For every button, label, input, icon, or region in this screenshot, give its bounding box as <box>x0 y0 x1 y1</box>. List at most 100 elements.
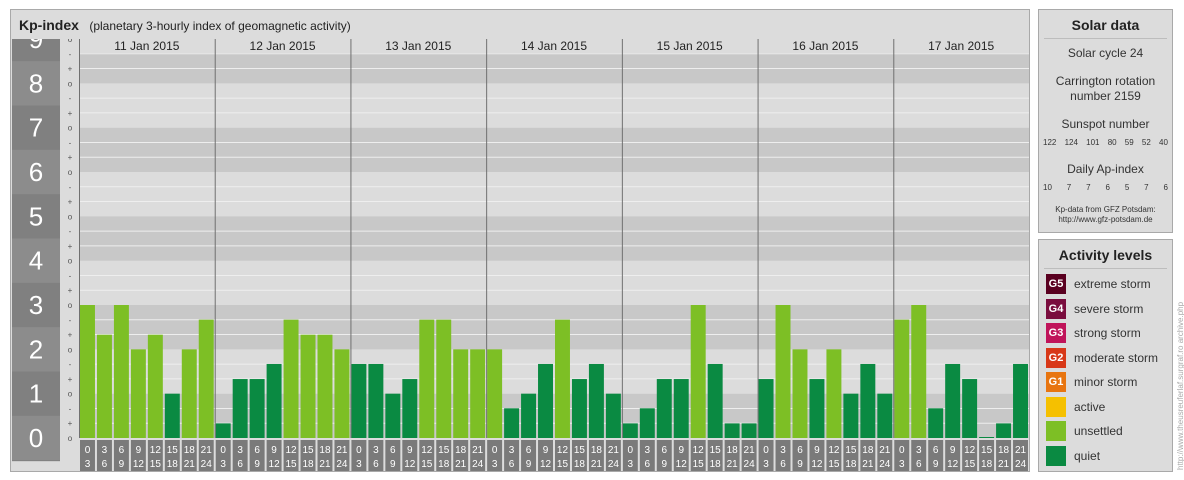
hour-start-label: 18 <box>319 445 331 456</box>
hour-start-label: 18 <box>591 445 603 456</box>
activity-level: G5 extreme storm <box>1046 274 1151 294</box>
hour-start-label: 18 <box>998 445 1010 456</box>
y-tick-label: 0 <box>29 423 43 453</box>
activity-level: G3 strong storm <box>1046 323 1141 343</box>
hour-end-label: 15 <box>421 459 433 470</box>
solar-data-panel: Solar data Solar cycle 24 Carrington rot… <box>1038 9 1173 233</box>
day-label: 11 Jan 2015 <box>114 39 179 53</box>
day-label: 15 Jan 2015 <box>657 39 723 53</box>
kp-bar <box>826 349 842 438</box>
hour-start-label: 15 <box>981 445 993 456</box>
hour-start-label: 21 <box>879 445 891 456</box>
activity-level-label: minor storm <box>1074 375 1138 389</box>
hour-end-label: 24 <box>1015 459 1027 470</box>
hour-start-label: 6 <box>390 445 396 456</box>
hour-start-label: 12 <box>828 445 840 456</box>
minor-tick-label: o <box>68 345 73 354</box>
minor-tick-label: o <box>68 390 73 399</box>
kp-band <box>79 216 1029 261</box>
solar-separator <box>1044 38 1167 39</box>
activity-level: G1 minor storm <box>1046 372 1137 392</box>
minor-tick-label: o <box>68 124 73 133</box>
activity-level-label: severe storm <box>1074 301 1144 316</box>
activity-level: quiet <box>1046 445 1100 466</box>
kp-bar <box>80 305 95 438</box>
kp-band <box>79 127 1029 172</box>
kp-bar <box>1013 363 1028 438</box>
solar-cycle: Solar cycle 24 <box>1067 46 1144 60</box>
hour-start-label: 0 <box>356 445 362 456</box>
y-tick-label: 6 <box>29 157 43 187</box>
activity-levels-title: Activity levels <box>1058 247 1153 263</box>
kp-bar <box>487 349 503 438</box>
hour-end-label: 6 <box>509 459 515 470</box>
chart-header: Kp-index (planetary 3-hourly index of ge… <box>19 15 351 35</box>
kp-bar <box>283 319 299 438</box>
activity-level-badge <box>1046 445 1066 466</box>
solar-data-title: Solar data <box>1071 17 1140 33</box>
activity-level: G2 moderate storm <box>1046 347 1158 368</box>
sunspot-value: 124 <box>1064 138 1078 147</box>
hour-end-label: 6 <box>645 459 651 470</box>
source-link[interactable]: http://www.gfz-potsdam.de <box>1039 215 1172 225</box>
kp-bar <box>215 423 231 438</box>
sunspot-values: 122 124 101 80 59 52 40 <box>1043 138 1168 147</box>
activity-level-badge <box>1046 421 1066 441</box>
hour-start-label: 15 <box>167 445 179 456</box>
hour-start-label: 3 <box>509 445 515 456</box>
hour-start-label: 0 <box>899 445 905 456</box>
hour-start-label: 9 <box>678 445 684 456</box>
hour-start-label: 0 <box>492 445 498 456</box>
kp-bar <box>334 349 350 438</box>
kp-bar <box>911 305 927 438</box>
hour-start-label: 3 <box>645 445 651 456</box>
ap-index-label: Daily Ap-index <box>1067 162 1144 176</box>
hour-end-label: 15 <box>285 459 297 470</box>
kp-bar <box>249 379 265 438</box>
activity-level-label: unsettled <box>1074 424 1123 438</box>
kp-bar <box>605 393 621 438</box>
activity-separator <box>1044 268 1167 269</box>
hour-end-label: 21 <box>455 459 467 470</box>
hour-end-label: 3 <box>85 459 91 470</box>
hour-start-label: 3 <box>916 445 922 456</box>
kp-bar <box>538 363 553 438</box>
hour-start-label: 21 <box>1015 445 1027 456</box>
hour-end-label: 15 <box>693 459 705 470</box>
ap-index-value: 7 <box>1144 183 1149 192</box>
hour-end-label: 9 <box>119 459 125 470</box>
minor-tick-label: - <box>69 50 72 59</box>
hour-end-label: 15 <box>828 459 840 470</box>
sunspot-value: 122 <box>1043 138 1057 147</box>
kp-bar <box>843 393 859 438</box>
hour-start-label: 15 <box>438 445 450 456</box>
hour-end-label: 24 <box>744 459 756 470</box>
hour-start-label: 18 <box>727 445 739 456</box>
kp-bar <box>436 319 452 438</box>
kp-bar <box>860 363 876 438</box>
hour-start-label: 0 <box>628 445 634 456</box>
hour-end-label: 3 <box>763 459 769 470</box>
minor-tick-label: - <box>69 271 72 280</box>
kp-bar <box>470 349 486 438</box>
carrington-line-1: Carrington rotation <box>1055 74 1156 88</box>
minor-tick-label: - <box>69 316 72 325</box>
hour-end-label: 12 <box>811 459 823 470</box>
y-tick-label: 7 <box>29 113 43 143</box>
hour-start-label: 9 <box>407 445 413 456</box>
hour-end-label: 3 <box>899 459 905 470</box>
kp-bar <box>385 393 401 438</box>
kp-bar <box>996 423 1012 438</box>
minor-tick-label: + <box>68 153 73 162</box>
kp-bar <box>758 379 774 438</box>
hour-end-label: 21 <box>591 459 603 470</box>
ap-index-value: 5 <box>1124 183 1130 192</box>
hour-end-label: 12 <box>947 459 959 470</box>
kp-band <box>79 349 1029 394</box>
sunspot-value: 52 <box>1141 138 1151 147</box>
minor-tick-label: - <box>69 360 72 369</box>
minor-tick-label: o <box>68 39 73 44</box>
hour-start-label: 6 <box>526 445 532 456</box>
y-tick-label: 5 <box>29 201 43 231</box>
hour-end-label: 18 <box>845 459 857 470</box>
